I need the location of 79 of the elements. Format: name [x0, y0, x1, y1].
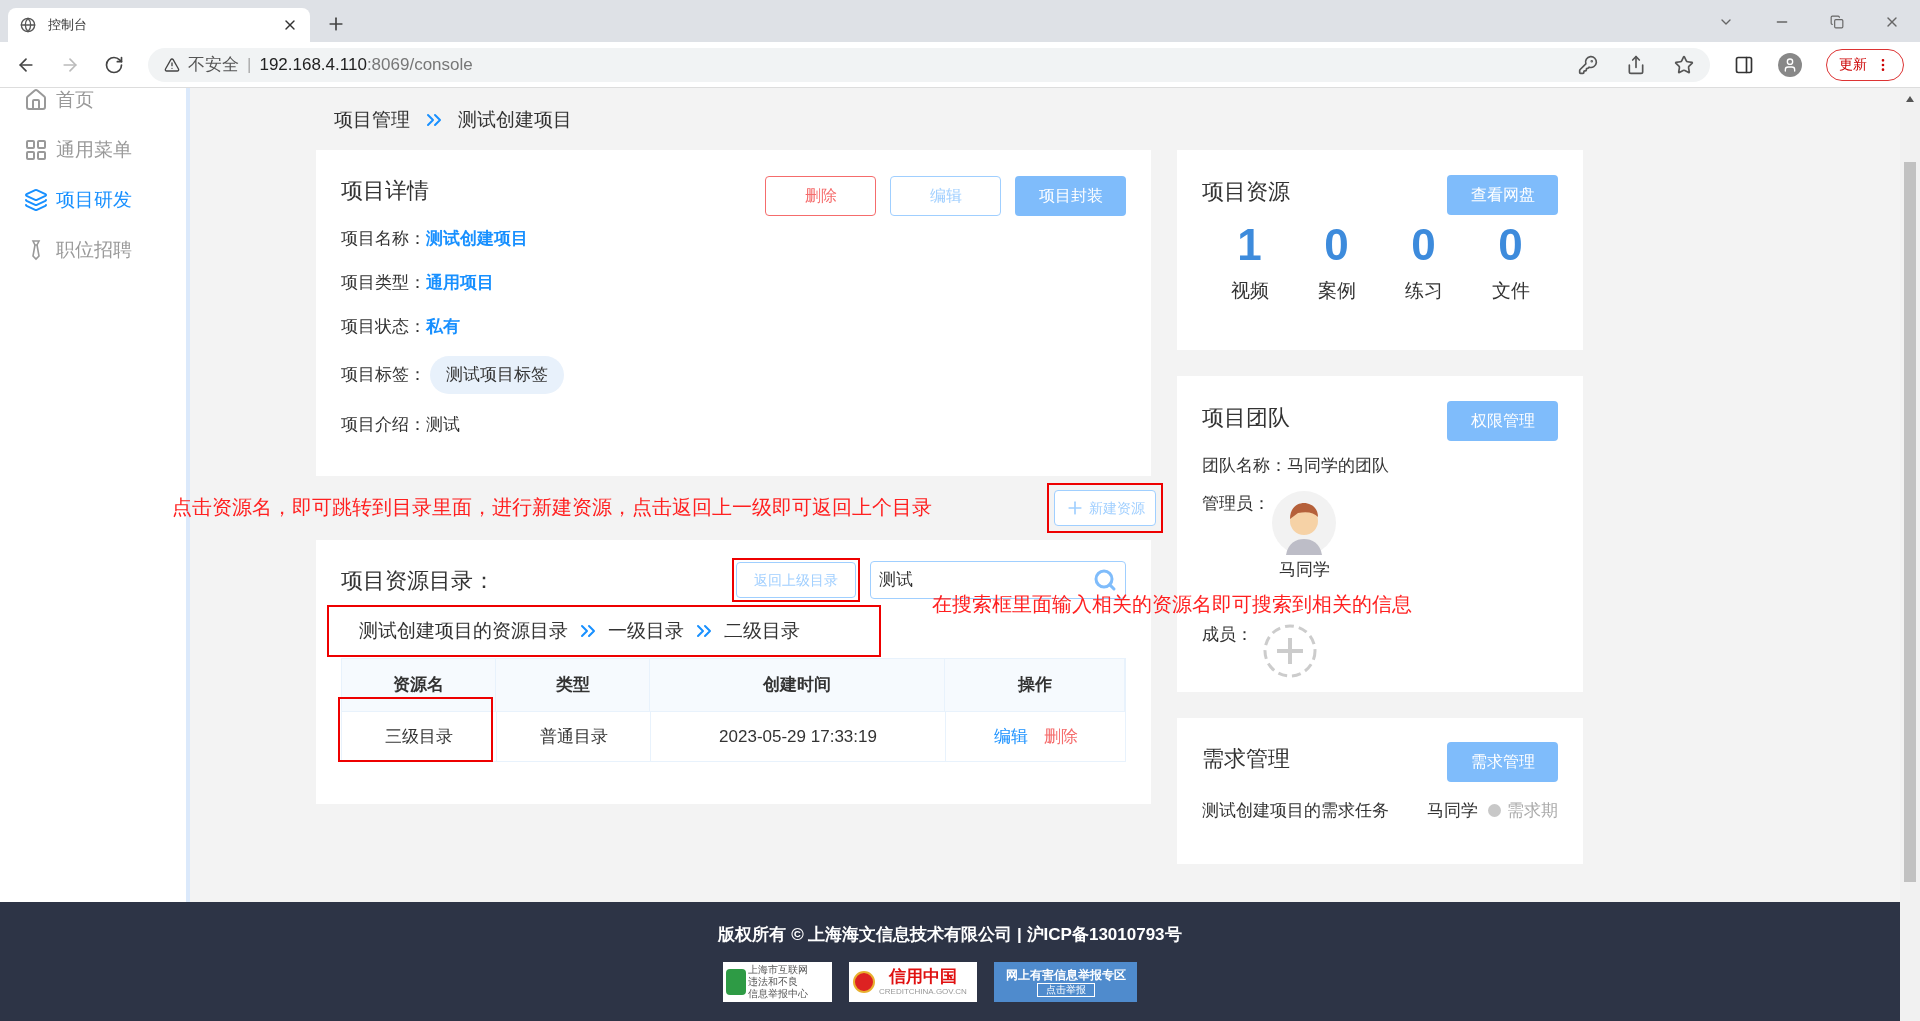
column-header: 操作 [1017, 674, 1052, 697]
demand-status: 需求期 [1507, 800, 1558, 822]
breadcrumb-item[interactable]: 项目管理 [334, 105, 410, 135]
demand-owner: 马同学 [1427, 800, 1478, 822]
credit-china-badge[interactable]: 信用中国 CREDITCHINA.GOV.CN [849, 961, 977, 1002]
url-text: 192.168.4.110:8069/console [259, 53, 473, 76]
table-cell-text: 2023-05-29 17:33:19 [719, 725, 877, 748]
reload-icon[interactable] [104, 54, 124, 75]
field-value[interactable]: 私有 [426, 314, 460, 340]
action-button[interactable]: 删除 [765, 176, 876, 216]
sidebar-item[interactable]: 通用菜单 [24, 136, 186, 164]
admin-name: 马同学 [1278, 558, 1330, 581]
field-label: 管理员： [1202, 492, 1270, 515]
row-action-link[interactable]: 删除 [1043, 723, 1078, 750]
row-action-link[interactable]: 编辑 [993, 723, 1028, 750]
browser-tab[interactable]: 控制台 [8, 8, 310, 42]
stat-value: 1 [1237, 219, 1262, 271]
card-title: 项目资源目录： [341, 566, 495, 595]
stat-value: 0 [1324, 219, 1349, 271]
sidebar-item[interactable]: 项目研发 [24, 186, 186, 214]
breadcrumb-item[interactable]: 测试创建项目 [458, 105, 572, 135]
home-icon [24, 88, 48, 112]
field-label: 成员： [1202, 624, 1253, 646]
card-title: 项目团队 [1202, 404, 1290, 432]
restore-icon[interactable] [1830, 15, 1844, 29]
copyright-text: 版权所有 © 上海海文信息技术有限公司 | 沪ICP备13010793号 [718, 924, 1182, 946]
field-value: 测试 [426, 414, 460, 437]
field-label: 项目标签： [341, 364, 426, 387]
security-label: 不安全 [188, 53, 239, 76]
action-button[interactable]: 查看网盘 [1447, 175, 1558, 215]
stat-label: 视频 [1230, 279, 1269, 303]
field-label: 项目名称： [341, 228, 426, 251]
key-icon[interactable] [1578, 54, 1598, 75]
column-header: 创建时间 [763, 674, 831, 697]
team-name: 团队名称：马同学的团队 [1202, 456, 1389, 475]
annotation-text: 点击资源名，即可跳转到目录里面，进行新建资源，点击返回上一级即可返回上个目录 [172, 495, 932, 521]
side-panel-icon[interactable] [1734, 54, 1754, 75]
card-title: 需求管理 [1202, 745, 1290, 773]
field-label: 项目状态： [341, 316, 426, 339]
layers-icon [24, 188, 48, 212]
report-center-badge[interactable]: 上海市互联网 违法和不良 信息举报中心 [723, 961, 832, 1002]
stat-label: 案例 [1317, 279, 1356, 303]
scroll-up-icon[interactable] [1906, 96, 1914, 102]
sidebar-item[interactable]: 首页 [24, 88, 186, 114]
report-badge[interactable]: 网上有害信息举报专区 点击举报 [994, 961, 1137, 1002]
search-input[interactable]: 测试 [879, 567, 1093, 593]
globe-icon [20, 17, 36, 33]
path-item[interactable]: 二级目录 [724, 616, 800, 646]
demand-task[interactable]: 测试创建项目的需求任务 [1202, 798, 1389, 824]
separator: | [247, 53, 252, 76]
warning-icon [164, 56, 180, 73]
column-header: 类型 [555, 674, 590, 697]
stat-label: 文件 [1491, 279, 1530, 303]
tab-title: 控制台 [48, 16, 88, 35]
action-button[interactable]: 需求管理 [1447, 742, 1558, 782]
grid-icon [24, 138, 48, 162]
field-label: 项目类型： [341, 272, 426, 295]
path-item[interactable]: 测试创建项目的资源目录 [359, 616, 568, 646]
stat-label: 练习 [1404, 279, 1443, 303]
card-title: 项目详情 [341, 177, 429, 205]
card-title: 项目资源 [1202, 178, 1290, 206]
table-cell-text: 普通目录 [539, 725, 608, 748]
resource-name[interactable]: 三级目录 [385, 723, 453, 750]
project-tag: 测试项目标签 [430, 356, 564, 394]
action-button[interactable]: 项目封装 [1015, 176, 1126, 216]
path-item[interactable]: 一级目录 [608, 616, 684, 646]
profile-icon[interactable] [1778, 52, 1802, 77]
bookmark-icon[interactable] [1674, 54, 1694, 75]
stat-value: 0 [1498, 219, 1523, 271]
field-value[interactable]: 通用项目 [426, 270, 494, 296]
action-button[interactable]: 权限管理 [1447, 401, 1558, 441]
column-header: 资源名 [393, 674, 444, 697]
field-value[interactable]: 测试创建项目 [426, 226, 528, 252]
avatar-icon [1272, 490, 1336, 555]
field-label: 项目介绍： [341, 414, 426, 437]
sidebar-item[interactable]: 职位招聘 [24, 236, 186, 264]
stat-value: 0 [1411, 219, 1436, 271]
share-icon[interactable] [1626, 54, 1646, 75]
address-field[interactable]: 不安全 | 192.168.4.110:8069/console [148, 47, 1710, 82]
